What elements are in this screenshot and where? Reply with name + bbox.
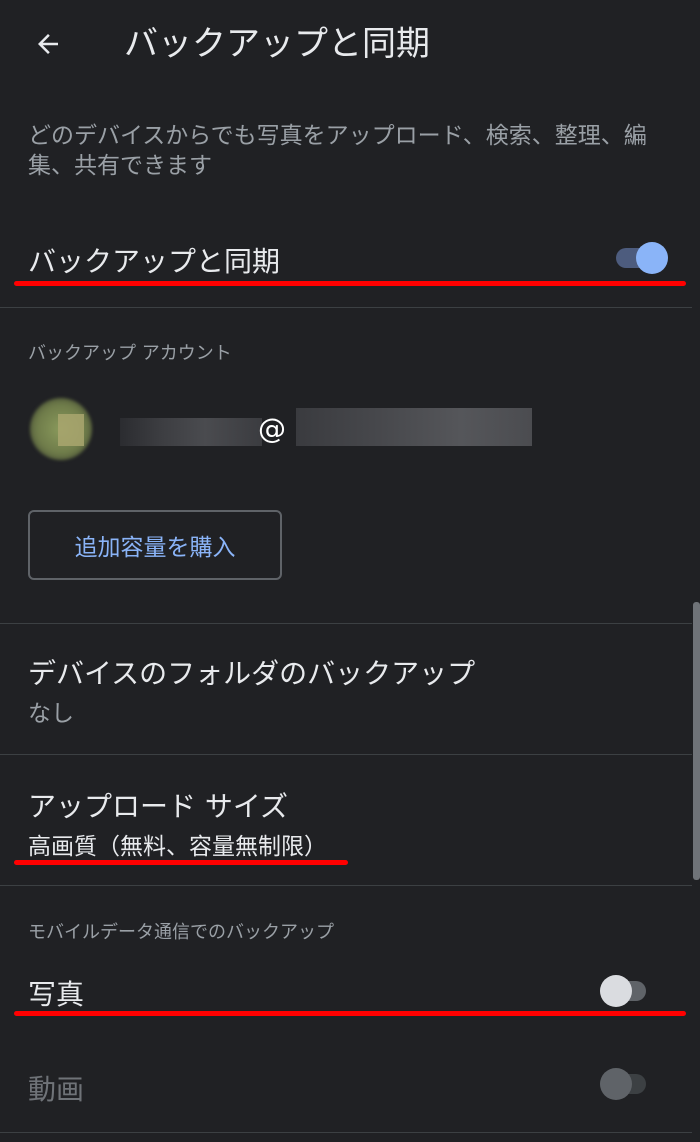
- red-annotation-underline: [14, 1011, 686, 1016]
- divider: [0, 1132, 692, 1133]
- videos-label: 動画: [28, 1073, 85, 1106]
- device-folders-row[interactable]: デバイスのフォルダのバックアップ なし: [0, 624, 692, 754]
- arrow-left-icon: [38, 34, 58, 54]
- account-section-header: バックアップ アカウント: [28, 343, 232, 364]
- avatar-blur-block: [58, 414, 84, 446]
- page-title: バックアップと同期: [124, 24, 430, 64]
- backup-sync-label: バックアップと同期: [28, 245, 281, 278]
- red-annotation-underline: [14, 860, 348, 865]
- account-email: @: [258, 412, 286, 445]
- divider: [0, 307, 692, 308]
- upload-size-row[interactable]: アップロード サイズ 高画質（無料、容量無制限）: [0, 755, 692, 885]
- email-redaction-right: [296, 408, 532, 446]
- photos-label: 写真: [28, 978, 85, 1011]
- red-annotation-underline: [14, 281, 686, 286]
- backup-sync-row[interactable]: バックアップと同期: [0, 222, 700, 300]
- toggle-knob: [600, 1068, 632, 1100]
- videos-row: 動画: [0, 1050, 700, 1120]
- scrollbar-thumb[interactable]: [693, 602, 700, 880]
- email-redaction-left: [120, 418, 262, 446]
- back-button[interactable]: [22, 18, 74, 70]
- description-text: どのデバイスからでも写真をアップロード、検索、整理、編集、共有できます: [28, 123, 647, 179]
- device-folders-title: デバイスのフォルダのバックアップ: [28, 657, 476, 690]
- toggle-knob: [600, 975, 632, 1007]
- toggle-knob: [636, 242, 668, 274]
- backup-sync-toggle[interactable]: [616, 242, 668, 274]
- upload-size-value: 高画質（無料、容量無制限）: [28, 834, 327, 860]
- videos-toggle: [600, 1068, 652, 1100]
- upload-size-title: アップロード サイズ: [28, 790, 289, 823]
- divider: [0, 885, 692, 886]
- photos-toggle[interactable]: [600, 975, 652, 1007]
- buy-storage-button[interactable]: 追加容量を購入: [28, 510, 282, 580]
- mobile-data-section-header: モバイルデータ通信でのバックアップ: [28, 922, 334, 943]
- device-folders-value: なし: [28, 701, 74, 727]
